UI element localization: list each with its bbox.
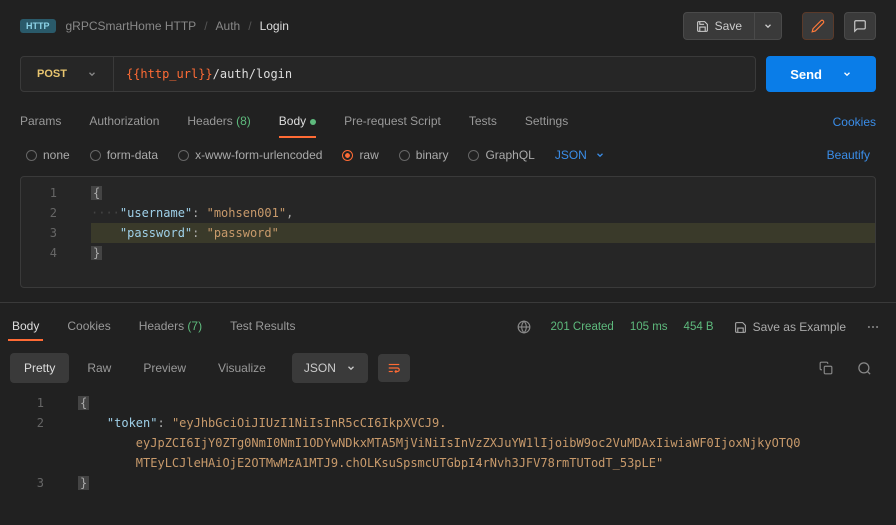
url-input[interactable]: {{http_url}}/auth/login — [114, 57, 755, 91]
radio-graphql[interactable]: GraphQL — [468, 148, 534, 162]
save-button-group: Save — [683, 12, 782, 40]
response-meta: 201 Created 105 ms 454 B — [551, 321, 714, 333]
view-visualize[interactable]: Visualize — [204, 353, 280, 383]
save-dropdown-button[interactable] — [755, 12, 782, 40]
tab-body[interactable]: Body — [279, 106, 316, 138]
send-label: Send — [790, 67, 822, 82]
line-gutter: 1234 — [21, 183, 71, 263]
globe-icon[interactable] — [517, 320, 531, 334]
chevron-down-icon — [763, 21, 773, 31]
tab-authorization[interactable]: Authorization — [89, 106, 159, 138]
copy-icon[interactable] — [819, 361, 833, 375]
wrap-icon — [387, 361, 401, 375]
send-button[interactable]: Send — [766, 56, 876, 92]
method-label: POST — [37, 68, 67, 80]
radio-raw[interactable]: raw — [342, 148, 378, 162]
url-row: POST {{http_url}}/auth/login Send — [0, 56, 896, 92]
pencil-icon — [811, 19, 825, 33]
radio-none[interactable]: none — [26, 148, 70, 162]
request-tabs: Params Authorization Headers (8) Body Pr… — [0, 106, 896, 138]
wrap-lines-button[interactable] — [378, 354, 410, 382]
response-format-dropdown[interactable]: JSON — [292, 353, 368, 383]
chevron-down-icon — [346, 363, 356, 373]
save-label: Save — [715, 19, 742, 33]
view-pretty[interactable]: Pretty — [10, 353, 69, 383]
chevron-down-icon — [87, 69, 97, 79]
comment-button[interactable] — [844, 12, 876, 40]
more-icon[interactable] — [866, 320, 880, 334]
save-icon — [734, 321, 747, 334]
resp-tab-cookies[interactable]: Cookies — [63, 313, 114, 341]
save-button[interactable]: Save — [683, 12, 755, 40]
header-bar: HTTP gRPCSmartHome HTTP / Auth / Login S… — [0, 0, 896, 52]
tab-params[interactable]: Params — [20, 106, 61, 138]
chevron-down-icon — [842, 69, 852, 79]
response-view-row: Pretty Raw Preview Visualize JSON — [0, 345, 896, 391]
breadcrumb: gRPCSmartHome HTTP / Auth / Login — [66, 19, 673, 33]
dot-indicator — [310, 119, 316, 125]
url-path: /auth/login — [213, 67, 292, 81]
radio-binary[interactable]: binary — [399, 148, 449, 162]
url-variable: {{http_url}} — [126, 67, 213, 81]
tab-headers[interactable]: Headers (8) — [187, 106, 250, 138]
radio-urlencoded[interactable]: x-www-form-urlencoded — [178, 148, 322, 162]
body-type-row: none form-data x-www-form-urlencoded raw… — [0, 138, 896, 172]
line-gutter: 12 3 — [8, 393, 58, 493]
http-badge: HTTP — [20, 19, 56, 33]
breadcrumb-item[interactable]: gRPCSmartHome HTTP — [66, 19, 197, 33]
response-size: 454 B — [684, 321, 714, 333]
url-bar: POST {{http_url}}/auth/login — [20, 56, 756, 92]
breadcrumb-sep: / — [204, 19, 207, 33]
response-tabs: Body Cookies Headers (7) Test Results 20… — [0, 302, 896, 345]
chevron-down-icon — [595, 150, 605, 160]
tab-prerequest[interactable]: Pre-request Script — [344, 106, 441, 138]
breadcrumb-item[interactable]: Login — [260, 19, 289, 33]
breadcrumb-sep: / — [248, 19, 251, 33]
radio-form-data[interactable]: form-data — [90, 148, 158, 162]
breadcrumb-item[interactable]: Auth — [216, 19, 241, 33]
cookies-link[interactable]: Cookies — [833, 115, 876, 129]
status-code: 201 Created — [551, 321, 614, 333]
response-body-editor[interactable]: 12 3 { "token": "eyJhbGciOiJIUzI1NiIsInR… — [8, 391, 888, 499]
response-time: 105 ms — [630, 321, 668, 333]
view-raw[interactable]: Raw — [73, 353, 125, 383]
save-icon — [696, 20, 709, 33]
search-icon[interactable] — [857, 361, 872, 376]
comment-icon — [853, 19, 867, 33]
edit-button[interactable] — [802, 12, 834, 40]
tab-settings[interactable]: Settings — [525, 106, 568, 138]
body-format-dropdown[interactable]: JSON — [555, 148, 605, 162]
resp-tab-body[interactable]: Body — [8, 313, 43, 341]
resp-tab-test-results[interactable]: Test Results — [226, 313, 299, 341]
resp-tab-headers[interactable]: Headers (7) — [135, 313, 206, 341]
view-preview[interactable]: Preview — [129, 353, 200, 383]
beautify-link[interactable]: Beautify — [827, 148, 870, 162]
method-selector[interactable]: POST — [21, 57, 114, 91]
save-as-example-button[interactable]: Save as Example — [734, 320, 846, 334]
tab-tests[interactable]: Tests — [469, 106, 497, 138]
request-body-editor[interactable]: 1234 { ····"username": "mohsen001", "pas… — [20, 176, 876, 288]
